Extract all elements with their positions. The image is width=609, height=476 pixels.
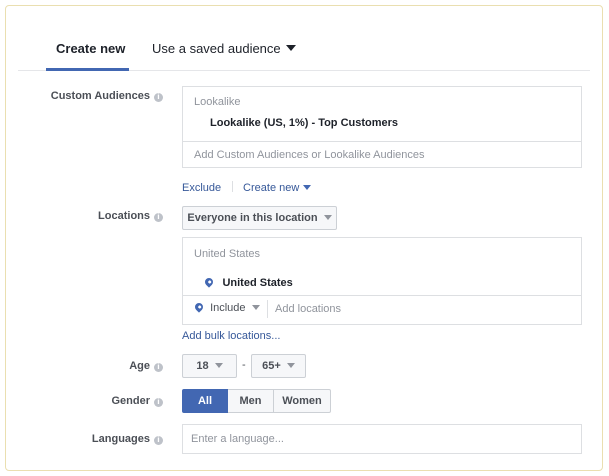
create-new-link[interactable]: Create new: [243, 182, 312, 194]
location-pin-icon: [203, 276, 215, 288]
location-pin-icon: [193, 301, 205, 313]
create-new-link-text: Create new: [243, 182, 300, 194]
custom-audiences-label: Custom Audiences i: [13, 90, 163, 102]
location-group-heading: United States: [194, 248, 261, 260]
selected-location[interactable]: United States: [203, 273, 293, 291]
divider: [183, 295, 581, 296]
tab-saved-audience[interactable]: Use a saved audience: [148, 22, 296, 70]
selected-location-text: United States: [222, 277, 293, 289]
include-dropdown[interactable]: Include: [193, 301, 260, 314]
age-separator: -: [242, 359, 246, 371]
locations-box: United States United States Include Add …: [182, 237, 582, 325]
include-dropdown-label: Include: [210, 302, 246, 314]
caret-down-icon: [251, 305, 260, 310]
caret-down-icon: [285, 45, 296, 51]
age-min-dropdown[interactable]: 18: [182, 354, 237, 378]
lookalike-heading: Lookalike: [194, 96, 241, 108]
custom-audiences-label-text: Custom Audiences: [50, 90, 150, 102]
age-label: Age i: [13, 360, 163, 372]
age-max-value: 65+: [262, 360, 281, 372]
audience-tabs: Create new Use a saved audience: [18, 22, 590, 71]
custom-audience-actions: Exclude Create new: [182, 178, 312, 196]
info-icon[interactable]: i: [154, 363, 163, 372]
age-min-value: 18: [196, 360, 209, 372]
selected-lookalike-audience[interactable]: Lookalike (US, 1%) - Top Customers: [210, 117, 398, 129]
tab-create-new[interactable]: Create new: [46, 22, 136, 71]
gender-all-button[interactable]: All: [182, 389, 228, 413]
caret-down-icon: [303, 185, 312, 190]
location-scope-dropdown-label: Everyone in this location: [187, 212, 318, 224]
languages-label-text: Languages: [91, 433, 150, 445]
gender-label-text: Gender: [111, 395, 150, 407]
caret-down-icon: [323, 215, 332, 220]
tab-saved-audience-label: Use a saved audience: [152, 41, 281, 56]
location-scope-dropdown[interactable]: Everyone in this location: [182, 206, 337, 230]
audience-panel: Create new Use a saved audience Custom A…: [5, 5, 603, 471]
locations-label-text: Locations: [98, 210, 150, 222]
divider: [267, 300, 268, 318]
add-locations-input[interactable]: Add locations: [275, 303, 341, 315]
languages-label: Languages i: [13, 433, 163, 445]
locations-label: Locations i: [13, 210, 163, 222]
info-icon[interactable]: i: [154, 93, 163, 102]
exclude-link[interactable]: Exclude: [182, 182, 221, 194]
caret-down-icon: [286, 363, 295, 368]
custom-audiences-input[interactable]: Add Custom Audiences or Lookalike Audien…: [194, 149, 425, 161]
link-separator: [231, 181, 233, 192]
age-max-dropdown[interactable]: 65+: [251, 354, 306, 378]
languages-input-placeholder: Enter a language...: [191, 433, 284, 445]
custom-audiences-box: Lookalike Lookalike (US, 1%) - Top Custo…: [182, 86, 582, 168]
gender-men-button[interactable]: Men: [228, 389, 274, 413]
add-bulk-locations-link[interactable]: Add bulk locations...: [182, 330, 280, 342]
caret-down-icon: [214, 363, 223, 368]
languages-input[interactable]: Enter a language...: [182, 424, 582, 454]
info-icon[interactable]: i: [154, 398, 163, 407]
info-icon[interactable]: i: [154, 436, 163, 445]
divider: [183, 141, 581, 142]
info-icon[interactable]: i: [154, 213, 163, 222]
gender-label: Gender i: [13, 395, 163, 407]
gender-segmented-control: All Men Women: [182, 389, 332, 413]
age-label-text: Age: [129, 360, 150, 372]
tab-create-new-label: Create new: [56, 41, 126, 56]
gender-women-button[interactable]: Women: [273, 389, 331, 413]
